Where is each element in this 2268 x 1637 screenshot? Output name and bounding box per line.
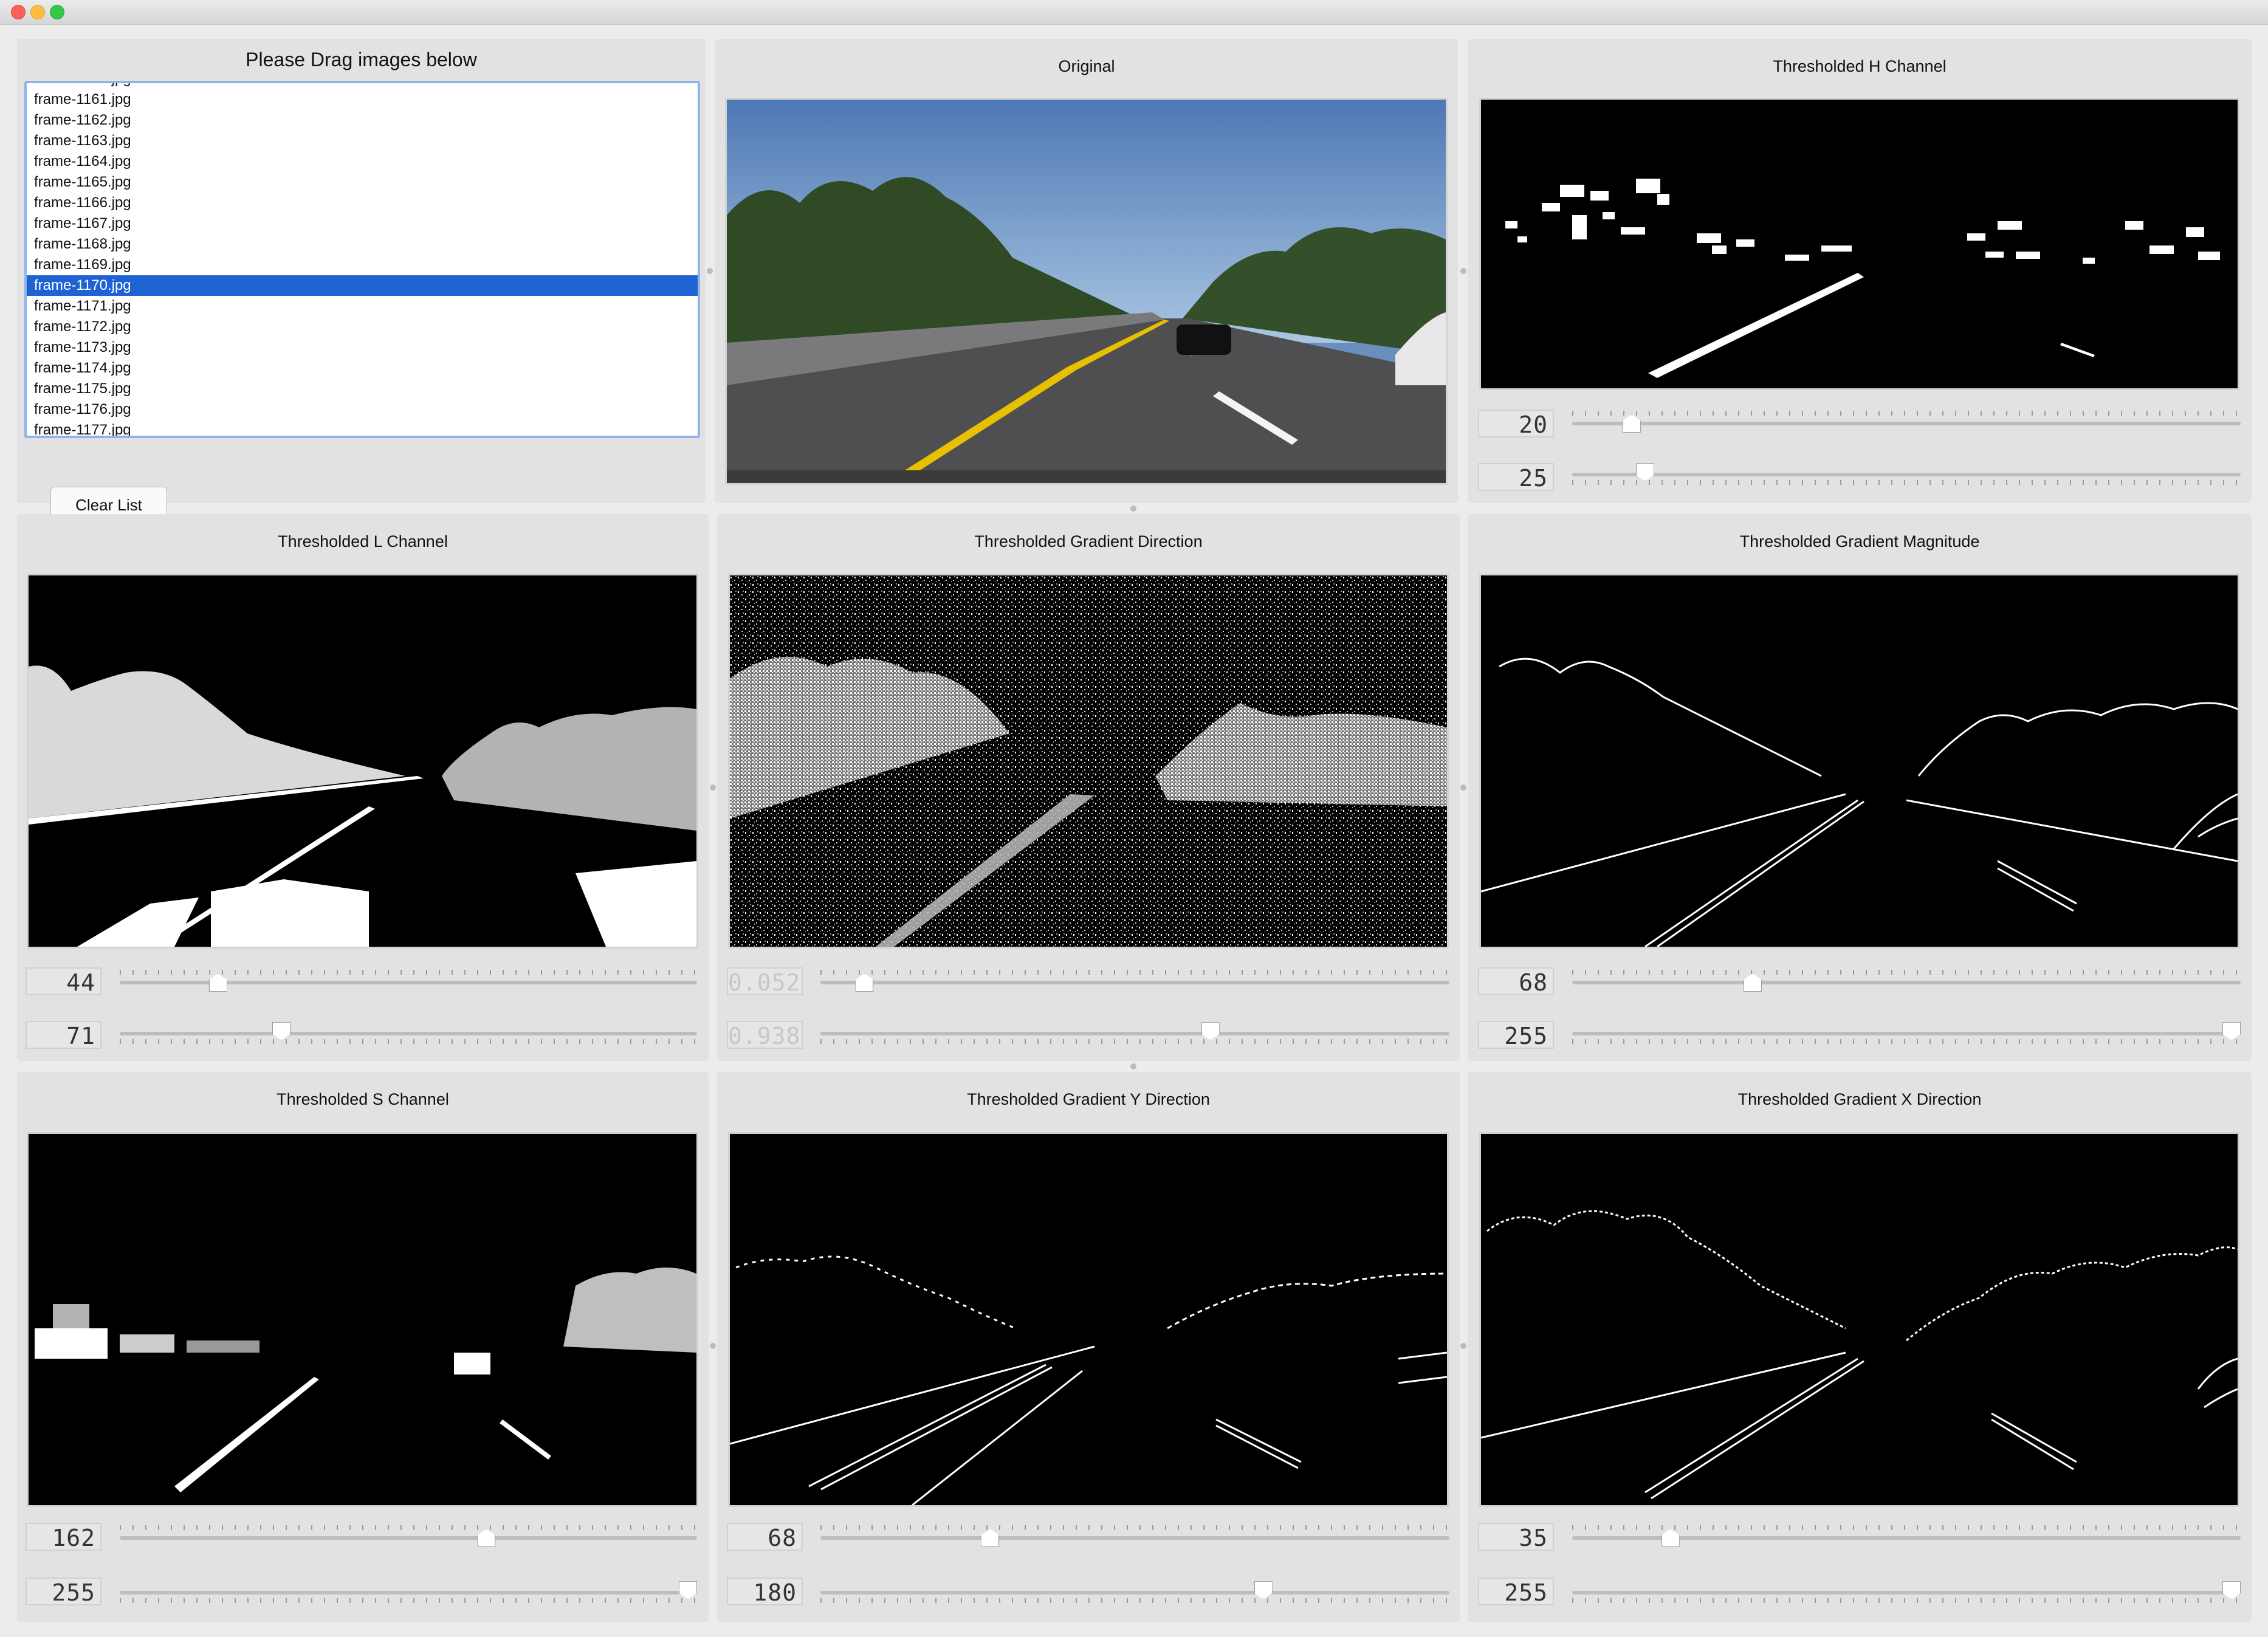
splitter-handle[interactable] [1460,268,1466,274]
file-list-item[interactable]: frame-1172.jpg [27,317,698,337]
window-titlebar [0,0,2268,25]
file-list-item[interactable]: frame-1161.jpg [27,89,698,110]
slider-thumb[interactable] [1661,1529,1680,1547]
zoom-window-button[interactable] [50,5,64,19]
grad-mag-title: Thresholded Gradient Magnitude [1739,532,1980,551]
grad-y-max-value: 180 [727,1577,803,1606]
s-channel-image [29,1134,696,1505]
file-list-item[interactable]: frame-1166.jpg [27,193,698,213]
slider-thumb[interactable] [855,973,874,992]
grad-dir-image [730,575,1447,947]
grad-mag-min-slider[interactable] [1572,970,2241,994]
h-channel-title: Thresholded H Channel [1773,57,1947,75]
s-channel-min-slider[interactable] [120,1525,697,1549]
file-list-item[interactable]: frame-1171.jpg [27,296,698,317]
slider-thumb[interactable] [208,973,227,992]
h-channel-max-slider[interactable] [1572,462,2241,486]
slider-thumb[interactable] [2222,1581,2241,1599]
file-list-item[interactable]: frame-1167.jpg [27,213,698,234]
l-channel-image [29,575,696,947]
grad-dir-min-value: 0.052 [727,967,803,996]
l-channel-min-slider[interactable] [120,970,697,994]
file-list-item[interactable]: frame-1174.jpg [27,358,698,379]
grad-x-title: Thresholded Gradient X Direction [1737,1090,1982,1108]
file-list-item[interactable]: frame-1169.jpg [27,255,698,275]
file-list-item[interactable]: frame-1162.jpg [27,110,698,131]
file-list-item[interactable]: frame-1175.jpg [27,379,698,399]
grad-mag-max-slider[interactable] [1572,1021,2241,1045]
slider-thumb[interactable] [1622,414,1641,433]
splitter-handle[interactable] [1460,1343,1466,1349]
original-title: Original [1058,57,1115,75]
grad-y-min-slider[interactable] [820,1525,1449,1549]
file-list-item[interactable]: frame-1164.jpg [27,151,698,172]
splitter-handle[interactable] [1460,784,1466,791]
file-list-item[interactable]: frame-1176.jpg [27,399,698,420]
splitter-handle[interactable] [707,268,713,274]
grad-dir-max-value: 0.938 [727,1021,803,1049]
slider-thumb[interactable] [679,1581,697,1599]
h-channel-min-slider[interactable] [1572,411,2241,435]
slider-thumb[interactable] [981,1529,1000,1547]
file-list-item[interactable]: frame-1163.jpg [27,131,698,151]
grad-mag-image [1481,575,2238,947]
l-channel-max-slider[interactable] [120,1021,697,1045]
grad-dir-max-slider[interactable] [820,1021,1449,1045]
minimize-window-button[interactable] [30,5,45,19]
slider-thumb[interactable] [2222,1022,2241,1040]
file-list-item[interactable]: frame-1165.jpg [27,172,698,193]
grad-mag-min-value: 68 [1478,967,1554,996]
grad-y-max-slider[interactable] [820,1580,1449,1604]
s-channel-max-slider[interactable] [120,1580,697,1604]
splitter-handle[interactable] [710,784,716,791]
close-window-button[interactable] [11,5,26,19]
grad-mag-max-value: 255 [1478,1021,1554,1049]
s-channel-max-value: 255 [26,1577,101,1606]
file-list-item-selected[interactable]: frame-1170.jpg [27,275,698,296]
grad-x-max-slider[interactable] [1572,1580,2241,1604]
file-list-item[interactable]: frame-1160.jpg [27,83,698,89]
h-channel-max-value: 25 [1478,463,1554,492]
grad-y-min-value: 68 [727,1523,803,1551]
splitter-handle[interactable] [1130,1063,1136,1069]
grad-x-min-value: 35 [1478,1523,1554,1551]
h-channel-min-value: 20 [1478,410,1554,438]
l-channel-max-value: 71 [26,1021,101,1049]
slider-thumb[interactable] [477,1529,496,1547]
splitter-handle[interactable] [710,1343,716,1349]
l-channel-min-value: 44 [26,967,101,996]
grad-x-image [1481,1134,2238,1505]
grad-y-title: Thresholded Gradient Y Direction [967,1090,1210,1108]
grad-dir-title: Thresholded Gradient Direction [974,532,1203,551]
slider-thumb[interactable] [272,1022,290,1040]
splitter-handle[interactable] [1130,506,1136,512]
original-image [727,100,1446,483]
file-panel-title: Please Drag images below [246,49,477,70]
grad-y-image [730,1134,1447,1505]
slider-thumb[interactable] [1254,1581,1273,1599]
file-list-item[interactable]: frame-1168.jpg [27,234,698,255]
l-channel-title: Thresholded L Channel [278,532,448,551]
slider-thumb[interactable] [1201,1022,1220,1040]
grad-x-min-slider[interactable] [1572,1525,2241,1549]
grad-x-max-value: 255 [1478,1577,1554,1606]
h-channel-image [1481,100,2238,388]
slider-thumb[interactable] [1635,463,1654,481]
file-list[interactable]: frame-1160.jpgframe-1161.jpgframe-1162.j… [24,81,700,438]
s-channel-title: Thresholded S Channel [277,1090,449,1108]
slider-thumb[interactable] [1744,973,1762,992]
file-list-item[interactable]: frame-1173.jpg [27,337,698,358]
file-list-item[interactable]: frame-1177.jpg [27,420,698,436]
s-channel-min-value: 162 [26,1523,101,1551]
grad-dir-min-slider[interactable] [820,970,1449,994]
